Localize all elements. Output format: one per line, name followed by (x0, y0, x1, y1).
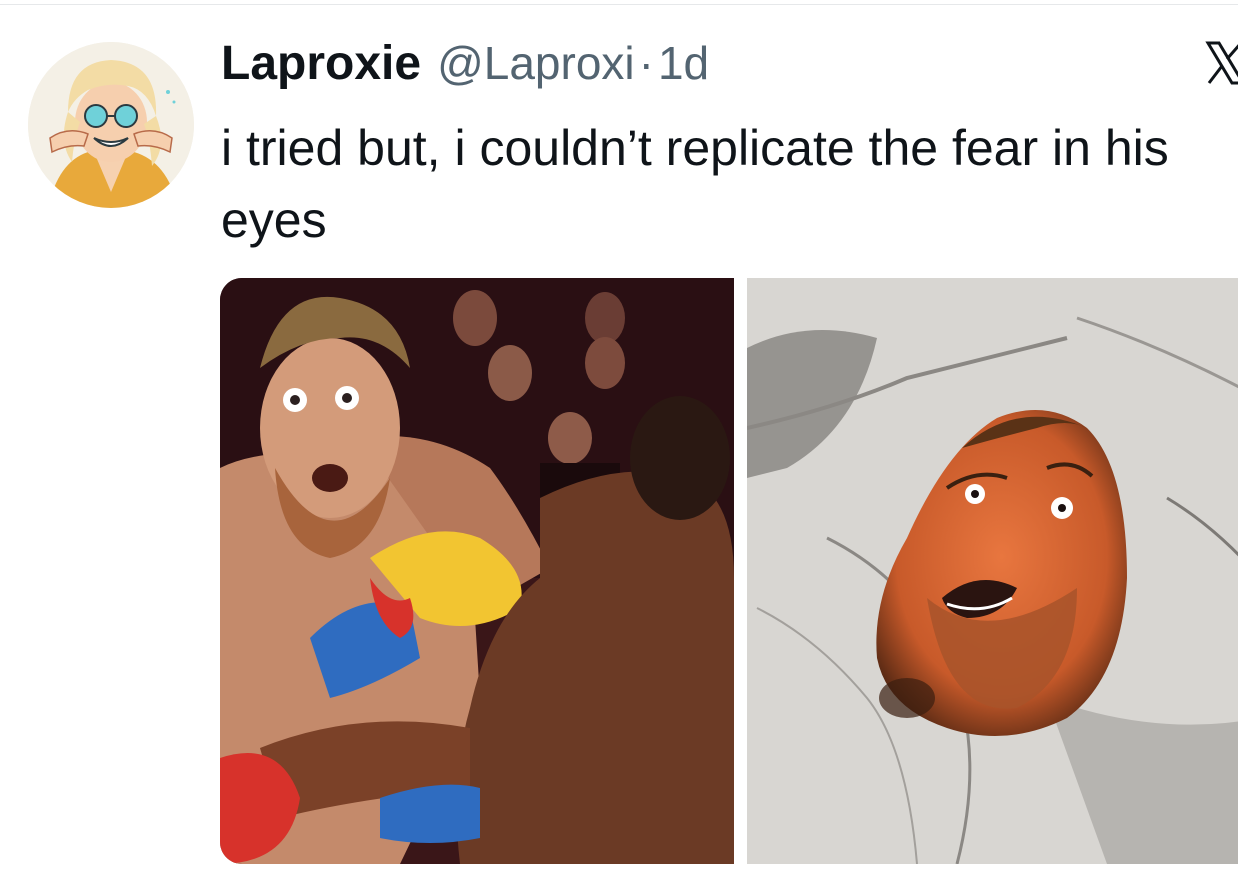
media-grid (220, 278, 1238, 864)
post-timestamp[interactable]: 1d (658, 36, 709, 90)
post-header: Laproxie @Laproxi · 1d (221, 36, 1238, 96)
avatar[interactable] (28, 42, 194, 208)
x-logo-icon (1205, 40, 1238, 86)
top-divider (0, 4, 1238, 5)
avatar-illustration (28, 42, 194, 208)
separator-dot: · (638, 37, 654, 89)
painted-rock-photo[interactable] (747, 278, 1238, 864)
user-handle[interactable]: @Laproxi (437, 36, 635, 90)
display-name[interactable]: Laproxie (221, 36, 421, 91)
boxing-match-photo[interactable] (220, 278, 734, 864)
post-text: i tried but, i couldn’t replicate the fe… (221, 120, 1169, 248)
